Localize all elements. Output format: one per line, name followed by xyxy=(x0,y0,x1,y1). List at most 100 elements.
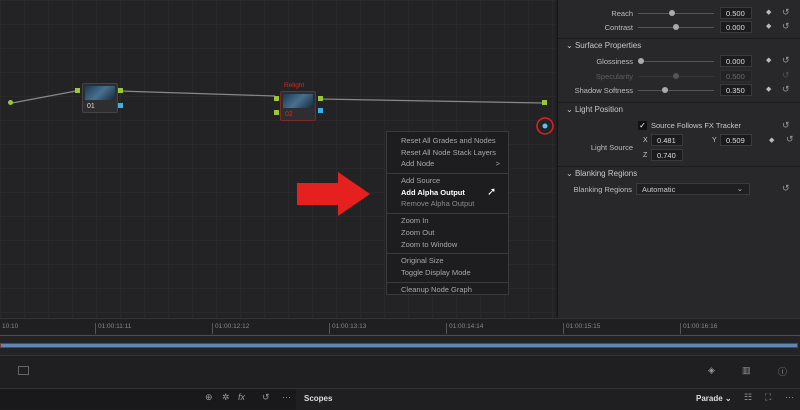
keyframe-icon[interactable]: ◆ xyxy=(766,8,771,16)
menu-item-remove-alpha-output[interactable]: Remove Alpha Output xyxy=(387,199,508,211)
shadow-softness-label: Shadow Softness xyxy=(574,86,633,95)
section-title: Blanking Regions xyxy=(574,169,638,178)
info-icon[interactable]: ⓘ xyxy=(778,365,787,378)
z-label: Z xyxy=(643,152,648,159)
node-thumbnail xyxy=(283,94,313,108)
reset-icon[interactable]: ↺ xyxy=(782,183,790,194)
reach-label: Reach xyxy=(611,9,633,18)
keyframe-icon[interactable]: ◆ xyxy=(769,136,774,144)
menu-item-label: Add Node xyxy=(401,159,435,169)
scopes-icon[interactable]: ▥ xyxy=(742,365,751,376)
timeline-track[interactable] xyxy=(0,334,800,355)
shadow-softness-slider[interactable] xyxy=(638,87,714,93)
section-title: Light Position xyxy=(574,105,623,114)
reset-icon[interactable]: ↺ xyxy=(782,21,790,32)
inspector-panel: Reach 0.500 ◆ ↺ Contrast 0.000 ◆ ↺ ⌄ Surfa… xyxy=(557,0,800,318)
menu-item-original-size[interactable]: Original Size xyxy=(387,256,508,268)
menu-item-zoom-out[interactable]: Zoom Out xyxy=(387,228,508,240)
settings-icon[interactable]: ☷ xyxy=(744,392,752,403)
menu-item-toggle-display[interactable]: Toggle Display Mode xyxy=(387,268,508,280)
blanking-regions-dropdown[interactable]: Automatic ⌄ xyxy=(636,183,750,195)
reach-slider[interactable] xyxy=(638,10,714,16)
frame-icon[interactable] xyxy=(18,366,29,375)
chevron-down-icon: ⌄ xyxy=(736,184,743,193)
y-label: Y xyxy=(712,137,717,144)
reset-icon: ↺ xyxy=(782,70,790,80)
section-surface-properties[interactable]: ⌄ Surface Properties xyxy=(566,41,641,50)
shadow-softness-value[interactable]: 0.350 xyxy=(720,84,752,96)
output-node-icon[interactable] xyxy=(542,100,547,105)
glossiness-label: Glossiness xyxy=(596,57,633,66)
x-label: X xyxy=(643,137,648,144)
reset-icon[interactable]: ↺ xyxy=(782,55,790,66)
contrast-value[interactable]: 0.000 xyxy=(720,21,752,33)
scopes-title: Scopes xyxy=(304,394,333,403)
contrast-slider[interactable] xyxy=(638,24,714,30)
reset-icon[interactable]: ↺ xyxy=(786,134,794,145)
red-arrow-annotation xyxy=(297,172,370,216)
node-number: 01 xyxy=(87,103,95,110)
dropdown-value: Parade xyxy=(696,394,723,403)
expand-icon[interactable]: ⛶ xyxy=(765,392,771,403)
history-icon[interactable]: ↺ xyxy=(262,392,270,403)
contrast-row: Contrast 0.000 ◆ ↺ xyxy=(558,21,800,35)
light-y-value[interactable]: 0.509 xyxy=(720,134,752,146)
alpha-output-icon[interactable] xyxy=(318,108,323,113)
menu-item-reset-grades[interactable]: Reset All Grades and Nodes xyxy=(387,136,508,148)
more-options-icon[interactable]: ··· xyxy=(282,392,291,402)
bottom-bar: ⊕ ✲ fx ↺ ··· Scopes Parade ⌄ ☷ ⛶ ··· xyxy=(0,388,800,410)
shadow-softness-row: Shadow Softness 0.350 ◆ ↺ xyxy=(558,84,800,98)
clip-bar[interactable] xyxy=(0,343,798,348)
menu-item-zoom-to-window[interactable]: Zoom to Window xyxy=(387,240,508,252)
glossiness-slider[interactable] xyxy=(638,58,714,64)
specularity-label: Specularity xyxy=(595,72,633,81)
timeline-ruler[interactable]: 10:10 01:00:11:11 01:00:12:12 01:00:13:1… xyxy=(0,318,800,335)
light-z-value[interactable]: 0.740 xyxy=(651,149,683,161)
rgb-input-icon[interactable] xyxy=(75,88,80,93)
chevron-down-icon: ⌄ xyxy=(566,41,575,50)
rgb-output-icon[interactable] xyxy=(118,88,123,93)
keyframe-icon[interactable]: ◆ xyxy=(766,85,771,93)
alpha-output-icon[interactable] xyxy=(118,103,123,108)
section-light-position[interactable]: ⌄ Light Position xyxy=(566,105,623,114)
rgb-input-icon[interactable] xyxy=(274,96,279,101)
keyframe-icon[interactable]: ◆ xyxy=(766,56,771,64)
reset-icon[interactable]: ↺ xyxy=(782,7,790,18)
menu-item-zoom-in[interactable]: Zoom In xyxy=(387,216,508,228)
menu-divider xyxy=(387,281,508,283)
node-02[interactable]: 02 xyxy=(280,91,316,121)
reach-row: Reach 0.500 ◆ ↺ xyxy=(558,7,800,21)
node-label: Relight xyxy=(284,82,305,89)
light-source-label: Light Source xyxy=(590,143,633,152)
menu-item-add-node[interactable]: Add Node > xyxy=(387,159,508,171)
node-graph[interactable]: 01 Relight 02 Reset All Grades and Nodes… xyxy=(0,0,556,318)
glossiness-value[interactable]: 0.000 xyxy=(720,55,752,67)
contrast-label: Contrast xyxy=(604,23,633,32)
rgb-output-icon[interactable] xyxy=(318,96,323,101)
menu-item-reset-layers[interactable]: Reset All Node Stack Layers xyxy=(387,148,508,160)
fx-icon[interactable]: fx xyxy=(238,392,245,402)
node-01[interactable]: 01 xyxy=(82,83,118,113)
more-options-icon[interactable]: ··· xyxy=(785,392,794,402)
audio-icon[interactable]: ◈ xyxy=(708,365,715,376)
light-x-value[interactable]: 0.481 xyxy=(651,134,683,146)
magic-mask-icon[interactable]: ✲ xyxy=(222,392,230,403)
section-blanking-regions[interactable]: ⌄ Blanking Regions xyxy=(566,169,637,178)
rgb-input-icon[interactable] xyxy=(274,110,279,115)
reset-icon[interactable]: ↺ xyxy=(782,84,790,95)
mouse-cursor-icon: ➚ xyxy=(487,186,497,198)
menu-item-cleanup[interactable]: Cleanup Node Graph xyxy=(387,285,508,297)
menu-divider xyxy=(387,253,508,255)
reset-icon[interactable]: ↺ xyxy=(782,120,790,131)
node-thumbnail xyxy=(85,86,115,100)
checkbox-label: Source Follows FX Tracker xyxy=(651,121,742,130)
glossiness-row: Glossiness 0.000 ◆ ↺ xyxy=(558,55,800,69)
chevron-right-icon: > xyxy=(495,159,500,169)
source-input-icon[interactable] xyxy=(8,100,13,105)
keyframe-icon[interactable]: ◆ xyxy=(766,22,771,30)
source-follows-tracker-checkbox[interactable]: ✓ xyxy=(638,121,647,130)
viewer-toolbar: ◈ ▥ ⓘ xyxy=(0,355,800,388)
scope-mode-dropdown[interactable]: Parade ⌄ xyxy=(696,394,732,403)
tracker-icon[interactable]: ⊕ xyxy=(205,392,213,403)
reach-value[interactable]: 0.500 xyxy=(720,7,752,19)
